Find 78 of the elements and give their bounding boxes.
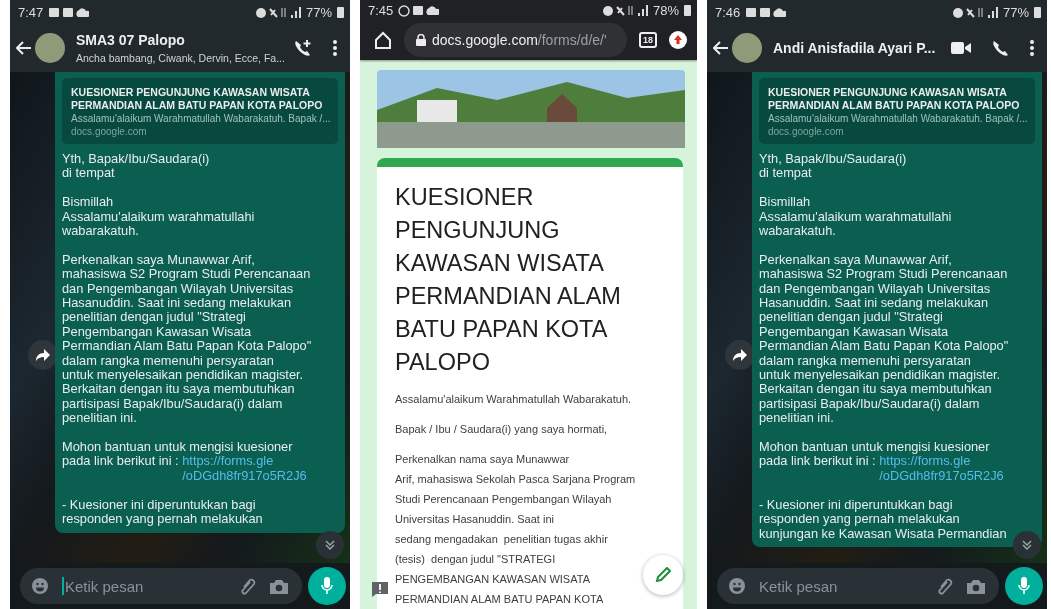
message-text: Mohon bantuan untuk mengisi kuesioner pada link berikut ini : https://forms.gle /oDGdh8fr917o5R2J6 <box>62 440 308 484</box>
link-preview[interactable]: KUESIONER PENGUNJUNG KAWASAN WISATA PERMANDIAN ALAM BATU PAPAN KOTA PALOPO Assalamu'alaikum Warahmatullah Wabarakatuh. Bapak /... docs.google.com <box>62 78 338 144</box>
notification-icons-drawing <box>745 5 787 19</box>
voice-message-button[interactable] <box>308 567 346 605</box>
form-title: KUESIONER PENGUNJUNG KAWASAN WISATA PERMANDIAN ALAM BATU PAPAN KOTA PALOPO <box>395 183 622 377</box>
link-preview[interactable]: KUESIONER PENGUNJUNG KAWASAN WISATA PERMANDIAN ALAM BATU PAPAN KOTA PALOPO Assalamu'alaikum Warahmatullah Wabarakatuh. Bapak /... docs.google.com <box>759 78 1035 144</box>
emoji-icon[interactable] <box>32 578 48 594</box>
battery-percent: 78% <box>652 2 679 18</box>
preview-domain: docs.google.com <box>768 125 845 138</box>
emoji-icon[interactable] <box>729 578 745 594</box>
message-input[interactable]: Ketik pesan <box>20 568 302 604</box>
chat-title[interactable]: SMA3 07 Palopo <box>76 31 289 50</box>
avatar-photo[interactable] <box>35 33 65 63</box>
address-bar[interactable]: docs.google.com/forms/d/e/' <box>404 23 627 57</box>
form-description: Bapak / Ibu / Saudara(i) yang saya hormati, <box>395 422 608 437</box>
form-description: Assalamu'alaikum Warahmatullah Wabarakatuh. <box>395 392 632 407</box>
double-chevron-icon <box>1022 540 1032 550</box>
message-text: Perkenalkan saya Munawwar Arif, mahasiswa S2 Program Studi Perencanaan dan Pengembangan Wilayah Universitas Hasanuddin. Saat ini sedang melakukan penelitian dengan judul "Strategi Pengembangan Kawasan Wisata Permandian Alam Batu Papan Kota Palopo" dalam rangka memenuhi persyaratan untuk menyelesaikan pendidikan magister. Berkaitan dengan itu saya membutuhkan partisipasi Bapak/Ibu/Saudara(i) dalam penelitian ini. <box>759 252 1010 426</box>
clock-time: 7:46 <box>715 4 741 20</box>
paperclip-icon[interactable] <box>240 577 256 595</box>
report-button[interactable] <box>370 579 390 599</box>
lock-icon <box>416 34 426 46</box>
message-text: - Kuesioner ini diperuntukkan bagi responden yang pernah melakukan <box>62 497 264 527</box>
message-text: Yth, Bapak/Ibu/Saudara(i) di tempat <box>62 152 211 181</box>
message-input[interactable]: Ketik pesan <box>717 568 999 604</box>
url-path: /forms/d/e/' <box>537 32 607 48</box>
system-icons-drawing <box>254 5 301 19</box>
voice-message-button[interactable] <box>1005 567 1043 605</box>
clock-time: 7:45 <box>368 2 394 18</box>
pencil-icon <box>655 567 671 583</box>
camera-icon[interactable] <box>967 578 985 594</box>
preview-description: Assalamu'alaikum Warahmatullah Wabarakatuh. Bapak /... <box>768 112 1026 125</box>
more-options-icon[interactable] <box>332 38 338 58</box>
avatar-photo[interactable] <box>732 33 762 63</box>
tab-count-button[interactable]: 18 <box>639 32 657 48</box>
input-placeholder: Ketik pesan <box>65 577 144 595</box>
preview-title: KUESIONER PENGUNJUNG KAWASAN WISATA PERMANDIAN ALAM BATU PAPAN KOTA PALOPO <box>768 86 1021 112</box>
battery-percent: 77% <box>1002 4 1029 20</box>
microphone-icon <box>321 577 333 595</box>
back-arrow-icon[interactable] <box>16 41 32 55</box>
battery-percent: 77% <box>305 4 332 20</box>
notification-icons-drawing <box>48 5 90 19</box>
battery-icon <box>337 6 344 18</box>
system-icons-drawing <box>601 3 648 17</box>
battery-icon <box>1034 6 1041 18</box>
preview-description: Assalamu'alaikum Warahmatullah Wabarakatuh. Bapak /... <box>71 112 329 125</box>
input-placeholder: Ketik pesan <box>759 577 838 595</box>
clock-time: 7:47 <box>18 4 44 20</box>
forward-arrow-icon <box>36 349 50 361</box>
back-arrow-icon[interactable] <box>713 41 729 55</box>
system-icons-drawing <box>951 5 998 19</box>
message-text: Bismillah Assalamu'alaikum warahmatullahi wabarakatuh. <box>62 195 256 239</box>
paperclip-icon[interactable] <box>937 577 953 595</box>
add-call-icon[interactable] <box>292 38 312 58</box>
more-options-icon[interactable] <box>1029 38 1035 58</box>
microphone-icon <box>1018 577 1030 595</box>
camera-icon[interactable] <box>270 578 288 594</box>
preview-domain: docs.google.com <box>71 125 148 138</box>
forward-arrow-icon <box>733 349 747 361</box>
url-host: docs.google.com <box>432 32 538 48</box>
battery-icon <box>684 4 691 16</box>
message-text: Perkenalkan saya Munawwar Arif, mahasiswa S2 Program Studi Perencanaan dan Pengembangan Wilayah Universitas Hasanuddin. Saat ini sedang melakukan penelitian dengan judul "Strategi Pengembangan Kawasan Wisata Permandian Alam Batu Papan Kota Palopo" dalam rangka memenuhi persyaratan untuk menyelesaikan pendidikan magister. Berkaitan dengan itu saya membutuhkan partisipasi Bapak/Ibu/Saudara(i) dalam penelitian ini. <box>62 252 313 426</box>
double-chevron-icon <box>325 540 335 550</box>
phone-icon[interactable] <box>991 39 1009 57</box>
message-text: Mohon bantuan untuk mengisi kuesioner pada link berikut ini : https://forms.gle /oDGdh8fr917o5R2J6 <box>759 440 1005 484</box>
participants-list: Ancha bambang, Ciwank, Dervin, Ecce, Fa... <box>76 51 289 65</box>
home-icon[interactable] <box>374 31 392 49</box>
upload-icon[interactable] <box>669 31 687 49</box>
message-text: Yth, Bapak/Ibu/Saudara(i) di tempat <box>759 152 908 181</box>
notification-icons-drawing <box>398 3 440 17</box>
message-link[interactable]: https://forms.gle /oDGdh8fr917o5R2J6 <box>879 454 1004 484</box>
message-link[interactable]: https://forms.gle /oDGdh8fr917o5R2J6 <box>182 454 307 484</box>
preview-title: KUESIONER PENGUNJUNG KAWASAN WISATA PERMANDIAN ALAM BATU PAPAN KOTA PALOPO <box>71 86 324 112</box>
form-description: Perkenalkan nama saya Munawwar Arif, mahasiswa Sekolah Pasca Sarjana Program Studi Perencanaan Pengembangan Wilayah Universitas Hasanuddin. Saat ini sedang mengadakan penelitian tugas akhir (tesis) dengan judul "STRATEGI PENGEMBANGAN KAWASAN WISATA PERMANDIAN ALAM BATU PAPAN KOTA <box>395 452 636 607</box>
text-cursor <box>62 577 64 595</box>
message-text: - Kuesioner ini diperuntukkan bagi responden yang pernah melakukan kunjungan ke Kawasan Wisata Permandian <box>759 497 1008 541</box>
message-text: Bismillah Assalamu'alaikum warahmatullahi wabarakatuh. <box>759 195 953 239</box>
video-camera-icon[interactable] <box>951 41 971 55</box>
